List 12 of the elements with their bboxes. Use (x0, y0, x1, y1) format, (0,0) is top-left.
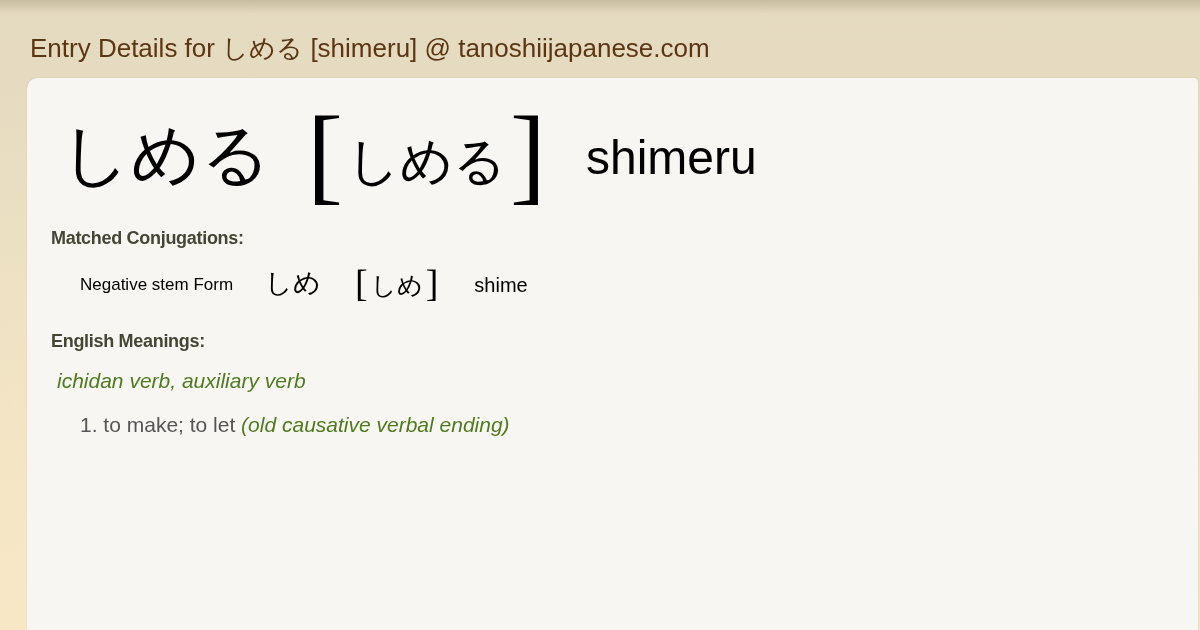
romaji-text: shimeru (585, 130, 757, 182)
reading-text: [しめる] (307, 101, 546, 209)
conjugation-word: しめ (265, 267, 322, 300)
page-title: Entry Details for しめる [shimeru] @ tanoshiijapanese.com (29, 32, 710, 65)
section-heading: English Meanings: (51, 331, 205, 352)
section-heading: Matched Conjugations: (51, 228, 244, 249)
conjugation-form: Negative stem Form (80, 274, 234, 295)
reading-text: [しめ] (355, 264, 439, 302)
part-of-speech: ichidan verb, auxiliary verb (57, 369, 306, 393)
meaning-text: 1. to make; to let (old causative verbal ending) (80, 413, 510, 437)
romaji-text: shime (474, 272, 528, 297)
entry-word: しめる (60, 121, 271, 189)
